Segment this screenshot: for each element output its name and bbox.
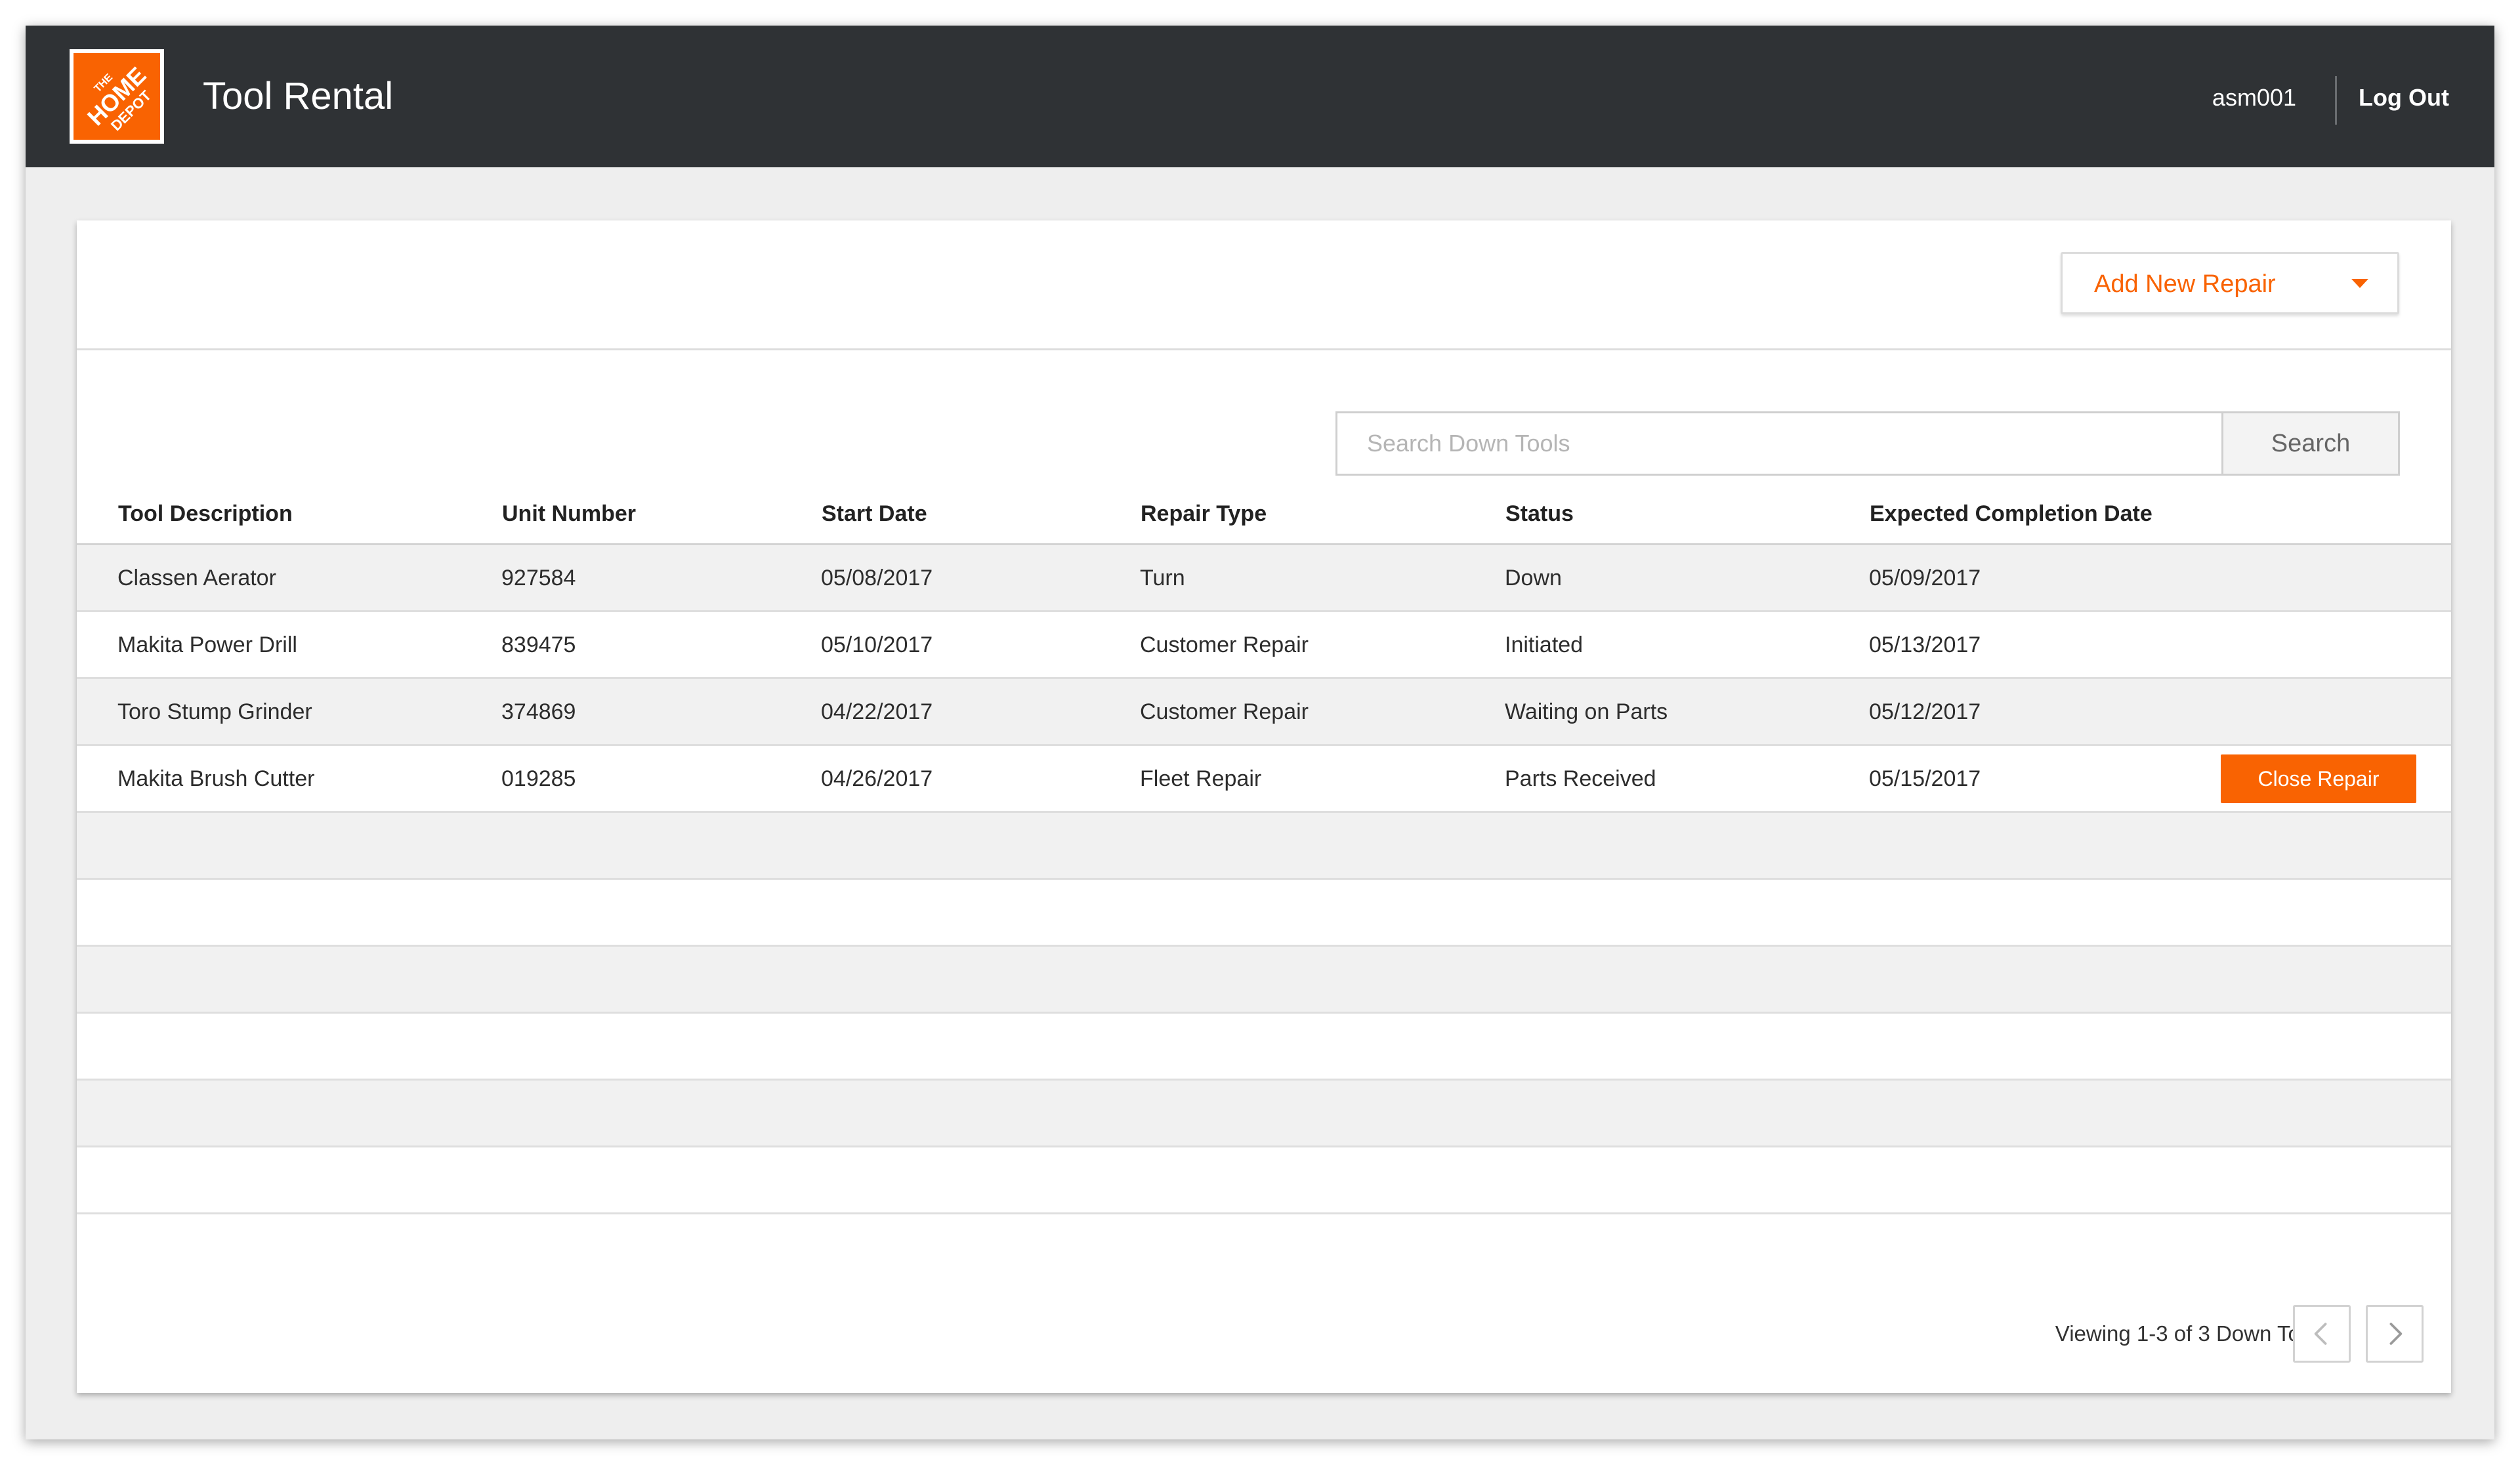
home-depot-logo: THE HOME DEPOT (70, 49, 164, 144)
cell-unit-number: 839475 (501, 632, 576, 657)
app-window: THE HOME DEPOT Tool Rental asm001 Log Ou… (26, 26, 2494, 1439)
column-header-expected-completion-date[interactable]: Expected Completion Date (1870, 499, 2152, 528)
cell-unit-number: 927584 (501, 566, 576, 590)
chevron-left-icon (2314, 1323, 2327, 1345)
search-button[interactable]: Search (2221, 411, 2400, 476)
table-row-empty (77, 1014, 2451, 1081)
table-header: Tool Description Unit Number Start Date … (77, 483, 2451, 545)
previous-page-button[interactable] (2293, 1305, 2351, 1363)
add-new-repair-dropdown[interactable]: Add New Repair (2061, 252, 2399, 314)
cell-start-date: 05/10/2017 (821, 632, 933, 657)
cell-unit-number: 019285 (501, 766, 576, 791)
pagination-summary: Viewing 1-3 of 3 Down Tools (2055, 1321, 2328, 1346)
table-row-empty (77, 1147, 2451, 1214)
cell-repair-type: Fleet Repair (1140, 766, 1262, 791)
cell-repair-type: Customer Repair (1140, 699, 1309, 724)
cell-status: Waiting on Parts (1505, 699, 1668, 724)
cell-repair-type: Turn (1140, 566, 1185, 590)
table-row[interactable]: Makita Brush Cutter 019285 04/26/2017 Fl… (77, 746, 2451, 813)
table-row-empty (77, 813, 2451, 880)
column-header-start-date[interactable]: Start Date (822, 499, 927, 528)
chevron-down-icon (2351, 279, 2368, 288)
cell-status: Initiated (1505, 632, 1584, 657)
down-tools-card: Add New Repair Search Tool Description U… (77, 220, 2451, 1393)
user-name: asm001 (2212, 84, 2296, 111)
cell-start-date: 05/08/2017 (821, 566, 933, 590)
cell-expected-completion-date: 05/15/2017 (1869, 766, 1981, 791)
table-row[interactable]: Toro Stump Grinder 374869 04/22/2017 Cus… (77, 679, 2451, 746)
column-header-status[interactable]: Status (1505, 499, 1574, 528)
cell-status: Down (1505, 566, 1562, 590)
cell-repair-type: Customer Repair (1140, 632, 1309, 657)
chevron-right-icon (2389, 1323, 2403, 1345)
next-page-button[interactable] (2366, 1305, 2424, 1363)
down-tools-table-body: Classen Aerator 927584 05/08/2017 Turn D… (77, 545, 2451, 1214)
cell-expected-completion-date: 05/09/2017 (1869, 566, 1981, 590)
home-depot-logo-mark: THE HOME DEPOT (74, 53, 160, 140)
cell-tool-description: Classen Aerator (117, 566, 276, 590)
table-row-empty (77, 880, 2451, 947)
table-row-empty (77, 1081, 2451, 1147)
cell-start-date: 04/22/2017 (821, 699, 933, 724)
search-input[interactable] (1335, 411, 2221, 476)
column-header-tool-description[interactable]: Tool Description (118, 499, 293, 528)
cell-unit-number: 374869 (501, 699, 576, 724)
table-row[interactable]: Makita Power Drill 839475 05/10/2017 Cus… (77, 612, 2451, 679)
cell-tool-description: Toro Stump Grinder (117, 699, 312, 724)
column-header-repair-type[interactable]: Repair Type (1141, 499, 1267, 528)
card-header: Add New Repair (77, 220, 2451, 350)
app-title: Tool Rental (203, 75, 394, 117)
column-header-unit-number[interactable]: Unit Number (502, 499, 636, 528)
cell-tool-description: Makita Brush Cutter (117, 766, 315, 791)
cell-expected-completion-date: 05/12/2017 (1869, 699, 1981, 724)
close-repair-button[interactable]: Close Repair (2221, 754, 2416, 803)
table-row-empty (77, 947, 2451, 1014)
cell-start-date: 04/26/2017 (821, 766, 933, 791)
cell-tool-description: Makita Power Drill (117, 632, 297, 657)
nav-divider (2335, 76, 2337, 125)
cell-status: Parts Received (1505, 766, 1656, 791)
table-row[interactable]: Classen Aerator 927584 05/08/2017 Turn D… (77, 545, 2451, 612)
top-navigation-bar: THE HOME DEPOT Tool Rental asm001 Log Ou… (26, 26, 2494, 167)
cell-expected-completion-date: 05/13/2017 (1869, 632, 1981, 657)
add-new-repair-label: Add New Repair (2094, 270, 2276, 298)
logout-link[interactable]: Log Out (2359, 83, 2449, 112)
